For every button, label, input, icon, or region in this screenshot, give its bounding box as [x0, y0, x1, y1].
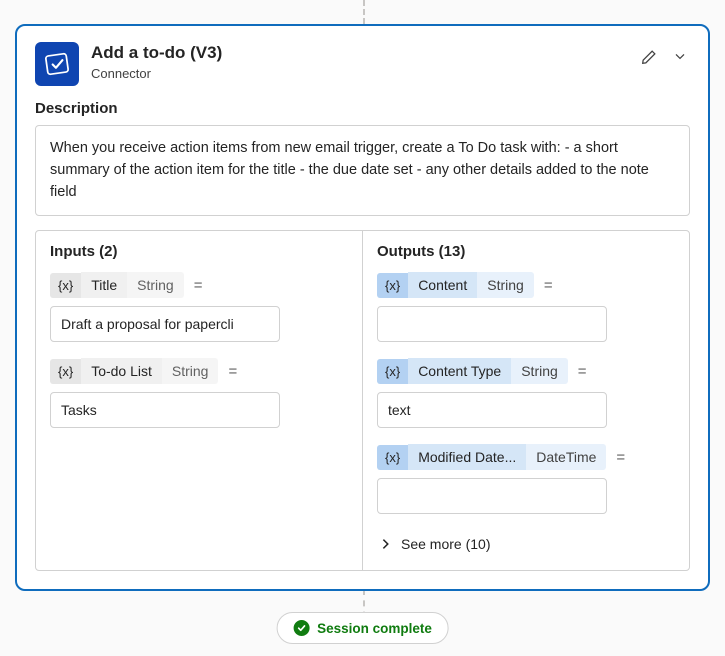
variable-icon: {x} [377, 445, 408, 470]
param-type: String [127, 272, 184, 298]
session-status-badge: Session complete [276, 612, 449, 644]
title-block: Add a to-do (V3) Connector [91, 42, 628, 83]
description-text: When you receive action items from new e… [35, 125, 690, 216]
card-title: Add a to-do (V3) [91, 42, 628, 64]
output-value-field[interactable] [377, 478, 607, 514]
output-param: {x} Content Type String = [377, 358, 675, 428]
variable-icon: {x} [377, 359, 408, 384]
output-value-field[interactable] [377, 306, 607, 342]
see-more-button[interactable]: See more (10) [377, 530, 675, 558]
equals-sign: = [194, 277, 203, 294]
header-actions [640, 48, 690, 66]
session-status-label: Session complete [317, 621, 432, 636]
output-value-field[interactable] [377, 392, 607, 428]
input-param: {x} To-do List String = [50, 358, 348, 428]
equals-sign: = [228, 363, 237, 380]
todo-icon [35, 42, 79, 86]
param-type: String [162, 358, 219, 384]
inputs-column: Inputs (2) {x} Title String = {x} To-do … [36, 231, 363, 570]
variable-icon: {x} [377, 273, 408, 298]
chevron-right-icon [379, 537, 393, 551]
inputs-heading: Inputs (2) [50, 243, 348, 260]
check-icon [293, 620, 309, 636]
variable-icon: {x} [50, 359, 81, 384]
card-header: Add a to-do (V3) Connector [35, 42, 690, 86]
output-param: {x} Content String = [377, 272, 675, 342]
output-param: {x} Modified Date... DateTime = [377, 444, 675, 514]
outputs-column: Outputs (13) {x} Content String = {x} Co… [363, 231, 689, 570]
card-subtitle: Connector [91, 66, 628, 83]
param-type: String [511, 358, 568, 384]
param-name: To-do List [81, 358, 162, 384]
see-more-label: See more (10) [401, 536, 490, 552]
action-card: Add a to-do (V3) Connector Description W… [15, 24, 710, 591]
connector-line-top [363, 0, 365, 24]
param-type: String [477, 272, 534, 298]
description-heading: Description [35, 100, 690, 117]
equals-sign: = [544, 277, 553, 294]
io-container: Inputs (2) {x} Title String = {x} To-do … [35, 230, 690, 571]
input-param: {x} Title String = [50, 272, 348, 342]
equals-sign: = [578, 363, 587, 380]
equals-sign: = [616, 449, 625, 466]
param-name: Content [408, 272, 477, 298]
chevron-down-icon[interactable] [672, 48, 690, 66]
input-value-field[interactable] [50, 306, 280, 342]
param-name: Content Type [408, 358, 511, 384]
outputs-heading: Outputs (13) [377, 243, 675, 260]
param-type: DateTime [526, 444, 606, 470]
param-name: Modified Date... [408, 444, 526, 470]
edit-icon[interactable] [640, 48, 658, 66]
param-name: Title [81, 272, 127, 298]
input-value-field[interactable] [50, 392, 280, 428]
variable-icon: {x} [50, 273, 81, 298]
